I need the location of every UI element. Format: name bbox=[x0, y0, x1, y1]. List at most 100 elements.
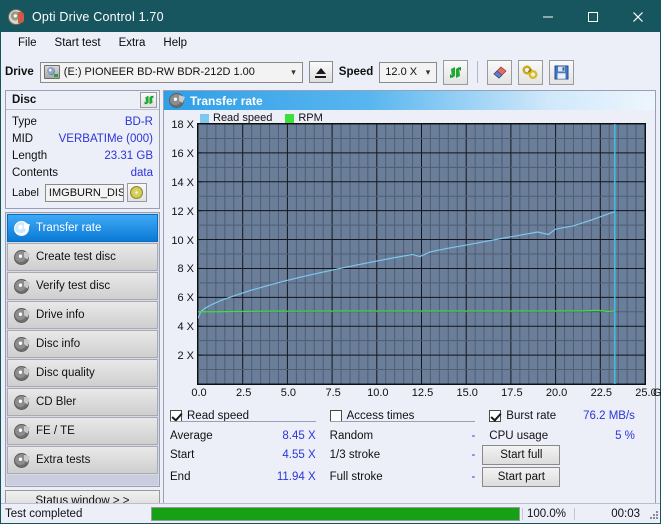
disc-row-contents: Contents data bbox=[12, 164, 153, 181]
sidebar-item-disc-quality[interactable]: Disc quality bbox=[7, 359, 158, 387]
drive-toolbar: Drive (E:) PIONEER BD-RW BDR-212D 1.00 ▾… bbox=[5, 56, 656, 88]
y-axis-tick-label: 4 X bbox=[177, 321, 194, 334]
disc-panel-header: Disc bbox=[6, 91, 159, 110]
disc-icon bbox=[14, 278, 29, 294]
sidebar-item-drive-info[interactable]: Drive info bbox=[7, 301, 158, 329]
chart-plot-area: 2 X 4 X 6 X 8 X 10 X 12 X 14 X 16 X 18 X 0.0 2.5 5.… bbox=[171, 119, 661, 399]
erase-button[interactable] bbox=[487, 59, 513, 85]
speed-select-value: 12.0 X bbox=[385, 66, 418, 78]
disc-icon bbox=[14, 249, 29, 265]
panel-title-bar: Transfer rate bbox=[164, 91, 655, 110]
checkbox-burst-rate[interactable] bbox=[489, 410, 502, 422]
sidebar-item-label: Disc info bbox=[36, 338, 81, 350]
resize-grip-icon[interactable] bbox=[646, 507, 660, 521]
drive-select[interactable]: (E:) PIONEER BD-RW BDR-212D 1.00 ▾ bbox=[39, 61, 303, 83]
start-full-wrap: Start full bbox=[482, 444, 642, 465]
result-key: Start bbox=[170, 448, 195, 461]
y-axis-tick-label: 18 X bbox=[171, 119, 194, 131]
left-sidebar: Disc Type BD-R MID VERBATIMe (000) Lengt… bbox=[5, 90, 160, 512]
sidebar-item-fe-te[interactable]: FE / TE bbox=[7, 417, 158, 445]
progress-percent: 100.0% bbox=[522, 507, 574, 520]
toolbar-divider bbox=[477, 61, 479, 83]
minimize-icon[interactable] bbox=[525, 1, 570, 32]
chart-svg bbox=[198, 124, 645, 384]
tools-button[interactable] bbox=[518, 59, 544, 85]
sidebar-item-transfer-rate[interactable]: Transfer rate bbox=[7, 214, 158, 242]
speed-select[interactable]: 12.0 X ▾ bbox=[379, 61, 438, 83]
start-part-button[interactable]: Start part bbox=[482, 466, 561, 487]
sidebar-item-create-test-disc[interactable]: Create test disc bbox=[7, 243, 158, 271]
start-part-wrap: Start part bbox=[482, 466, 642, 487]
x-axis-tick-label: 0.0 bbox=[191, 387, 207, 399]
tabs-filler bbox=[7, 475, 158, 485]
menu-item-file[interactable]: File bbox=[9, 35, 46, 51]
chart-legend: Read speed RPM bbox=[200, 112, 323, 124]
test-tabs: Transfer rate Create test disc Verify te… bbox=[5, 212, 160, 487]
result-key: End bbox=[170, 470, 191, 483]
menu-item-help[interactable]: Help bbox=[154, 35, 196, 51]
refresh-button[interactable] bbox=[443, 59, 469, 85]
disc-key: MID bbox=[12, 132, 34, 145]
refresh-icon bbox=[144, 95, 153, 105]
legend-label-rpm: RPM bbox=[298, 112, 323, 124]
result-value: 8.45 X bbox=[282, 429, 316, 442]
window-controls bbox=[525, 1, 660, 32]
speed-label: Speed bbox=[338, 66, 374, 78]
results-panel: Read speed Access times Burst rate 76.2 … bbox=[164, 402, 655, 487]
result-average: Average 8.45 X bbox=[170, 430, 330, 442]
maximize-icon[interactable] bbox=[570, 1, 615, 32]
sidebar-item-label: Create test disc bbox=[36, 251, 116, 263]
eject-button[interactable] bbox=[308, 61, 333, 83]
disc-panel: Disc Type BD-R MID VERBATIMe (000) Lengt… bbox=[5, 90, 160, 209]
status-bar: Test completed 100.0% 00:03 bbox=[1, 503, 660, 523]
menu-bar: File Start test Extra Help bbox=[1, 32, 660, 54]
y-axis-tick-label: 2 X bbox=[177, 350, 194, 363]
disc-label-button[interactable] bbox=[126, 183, 147, 202]
menu-item-extra[interactable]: Extra bbox=[110, 35, 155, 51]
result-full-stroke: Full stroke - bbox=[330, 471, 490, 483]
sidebar-item-label: FE / TE bbox=[36, 425, 75, 437]
sidebar-item-disc-info[interactable]: Disc info bbox=[7, 330, 158, 358]
sidebar-item-verify-test-disc[interactable]: Verify test disc bbox=[7, 272, 158, 300]
sidebar-item-label: Transfer rate bbox=[36, 222, 102, 234]
y-axis-tick-label: 6 X bbox=[177, 292, 194, 305]
x-axis-tick-label: 17.5 bbox=[501, 387, 523, 399]
start-full-button[interactable]: Start full bbox=[482, 444, 561, 465]
result-start: Start 4.55 X bbox=[170, 449, 330, 461]
close-icon[interactable] bbox=[615, 1, 660, 32]
result-key: Full stroke bbox=[329, 470, 383, 483]
save-button[interactable] bbox=[549, 59, 575, 85]
result-value: 4.55 X bbox=[282, 448, 316, 461]
chevron-down-icon: ▾ bbox=[425, 66, 431, 77]
menu-item-start-test[interactable]: Start test bbox=[46, 35, 110, 51]
result-value: 5 % bbox=[615, 429, 635, 442]
disc-refresh-button[interactable] bbox=[140, 92, 157, 108]
access-times-toggle[interactable]: Access times bbox=[329, 410, 490, 422]
y-axis-tick-label: 12 X bbox=[171, 205, 194, 218]
legend-label-read-speed: Read speed bbox=[213, 112, 273, 124]
sidebar-item-label: Verify test disc bbox=[36, 280, 111, 292]
disc-value: 23.31 GB bbox=[104, 149, 153, 162]
read-speed-toggle[interactable]: Read speed bbox=[170, 410, 330, 422]
title-bar: Opti Drive Control 1.70 bbox=[1, 1, 660, 32]
disc-icon bbox=[14, 394, 29, 410]
disc-key: Type bbox=[12, 115, 37, 128]
burst-rate-toggle[interactable]: Burst rate 76.2 MB/s bbox=[489, 410, 649, 422]
results-header-row: Read speed Access times Burst rate 76.2 … bbox=[170, 406, 649, 426]
page-title: Transfer rate bbox=[190, 93, 263, 108]
result-end: End 11.94 X bbox=[170, 471, 330, 483]
eject-icon bbox=[315, 75, 327, 78]
disc-value: VERBATIMe (000) bbox=[58, 132, 153, 145]
sidebar-item-cd-bler[interactable]: CD Bler bbox=[7, 388, 158, 416]
disc-label-row: Label IMGBURN_DIS bbox=[12, 182, 153, 203]
x-axis-tick-label: 10.0 bbox=[367, 387, 389, 399]
disc-label-field[interactable]: IMGBURN_DIS bbox=[44, 183, 124, 202]
sidebar-item-extra-tests[interactable]: Extra tests bbox=[7, 446, 158, 474]
application-window: Opti Drive Control 1.70 File Start test … bbox=[0, 0, 661, 524]
disc-panel-title: Disc bbox=[12, 94, 37, 106]
sidebar-item-label: CD Bler bbox=[36, 396, 77, 408]
disc-icon bbox=[14, 307, 29, 323]
chevron-down-icon: ▾ bbox=[291, 66, 296, 77]
disc-label-key: Label bbox=[12, 186, 39, 199]
result-key: Average bbox=[170, 429, 213, 442]
